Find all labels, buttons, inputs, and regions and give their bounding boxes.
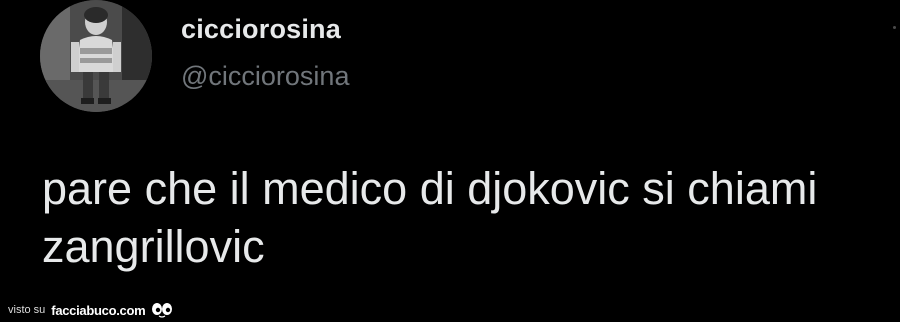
eyes-icon bbox=[152, 303, 173, 318]
watermark-site: facciabuco.com bbox=[51, 302, 146, 318]
tweet-card: cicciorosina @cicciorosina pare che il m… bbox=[0, 0, 900, 322]
display-name[interactable]: cicciorosina bbox=[181, 14, 341, 45]
profile-photo-icon bbox=[40, 0, 152, 112]
watermark: visto su facciabuco.com bbox=[8, 300, 173, 320]
watermark-prefix: visto su bbox=[8, 304, 46, 316]
user-handle[interactable]: @cicciorosina bbox=[181, 61, 349, 92]
avatar[interactable] bbox=[40, 0, 152, 112]
tweet-text: pare che il medico di djokovic si chiami… bbox=[42, 163, 818, 272]
more-options-icon[interactable] bbox=[893, 26, 896, 29]
